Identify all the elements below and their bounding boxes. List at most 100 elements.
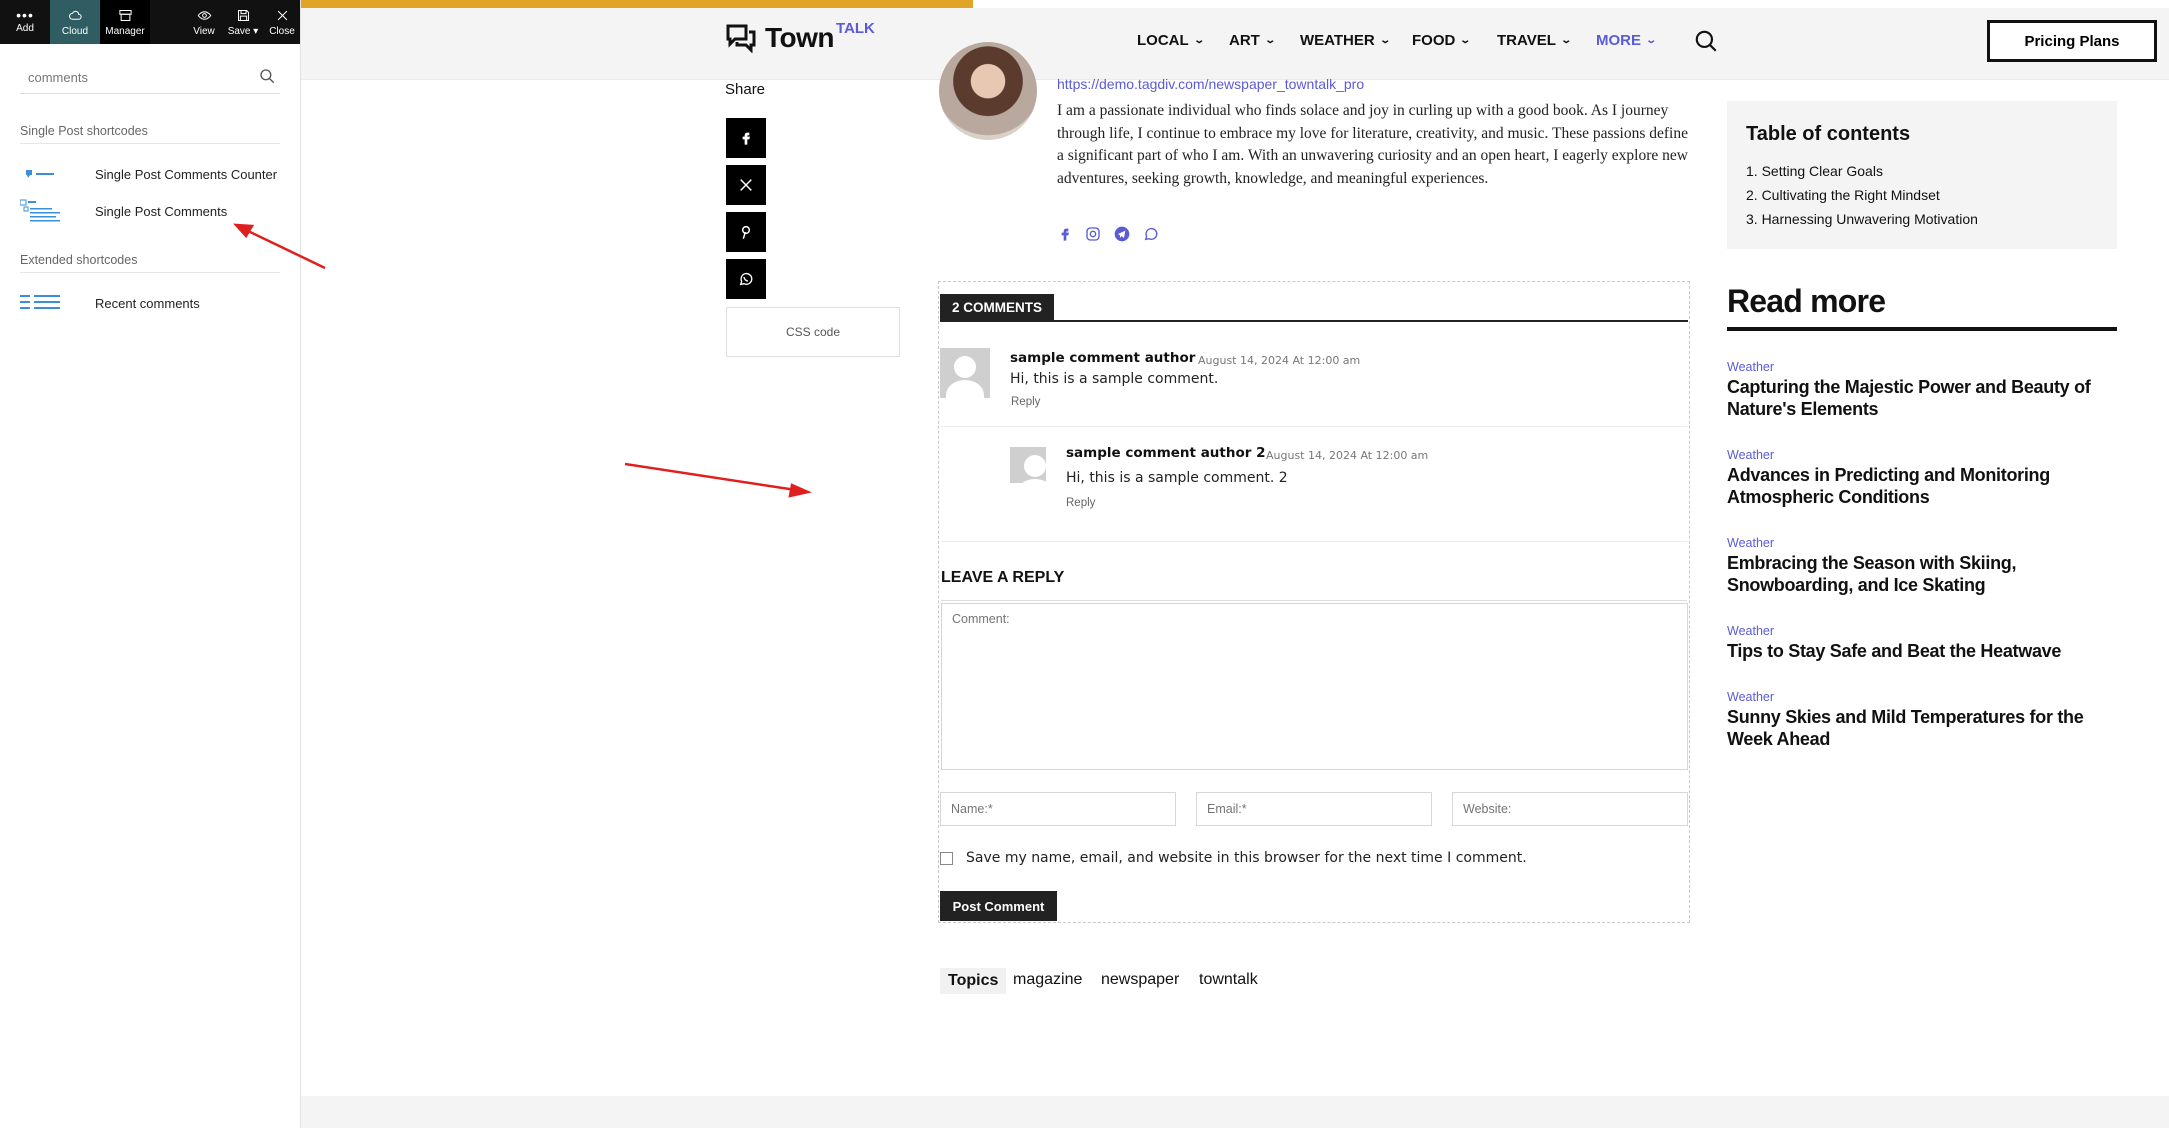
comments-heading-rule (940, 320, 1688, 322)
more-dots-icon: ••• (16, 7, 34, 23)
read-more-rule (1727, 327, 2117, 331)
facebook-icon (742, 132, 750, 145)
post-comment-button[interactable]: Post Comment (940, 891, 1057, 921)
shortcode-search (20, 62, 280, 94)
telegram-icon[interactable] (1114, 226, 1130, 242)
chevron-down-icon: ⌄ (1379, 35, 1391, 46)
comment-date[interactable]: August 14, 2024 At 12:00 am (1266, 449, 1428, 462)
chevron-down-icon: ⌄ (1192, 35, 1205, 46)
shortcode-single-post-comments[interactable]: Single Post Comments (19, 198, 280, 224)
save-info-checkbox[interactable] (940, 852, 953, 865)
whatsapp-icon (739, 272, 753, 286)
add-button[interactable]: ••• Add (0, 0, 50, 44)
topics-label: Topics (940, 968, 1007, 994)
chevron-down-icon: ⌄ (1645, 35, 1658, 46)
toc-title: Table of contents (1746, 123, 1911, 145)
instagram-icon[interactable] (1085, 226, 1101, 242)
builder-toolbar: ••• Add Cloud Manager View Save ▾ Close (0, 0, 300, 44)
comment-avatar (1010, 447, 1046, 483)
article-title[interactable]: Embracing the Season with Skiing, Snowbo… (1727, 552, 2117, 596)
share-whatsapp-button[interactable] (726, 259, 766, 299)
comment-textarea[interactable] (941, 603, 1688, 770)
chevron-down-icon: ⌄ (1264, 35, 1276, 46)
nav-travel[interactable]: TRAVEL ⌄ (1497, 32, 1572, 49)
shortcode-recent-comments[interactable]: Recent comments (20, 290, 280, 316)
comment-date[interactable]: August 14, 2024 At 12:00 am (1198, 354, 1360, 367)
comment-text: Hi, this is a sample comment. (1010, 371, 1219, 387)
pinterest-icon (741, 225, 751, 239)
chevron-down-icon: ⌄ (1459, 35, 1472, 46)
comment-separator (941, 541, 1687, 542)
cloud-icon (68, 10, 82, 20)
topic-tag[interactable]: newspaper (1101, 971, 1179, 989)
loading-progress-bar (301, 0, 973, 8)
section-title-extended: Extended shortcodes (20, 253, 138, 267)
whatsapp-icon[interactable] (1143, 226, 1159, 242)
arrowhead (788, 483, 813, 498)
cloud-button[interactable]: Cloud (50, 0, 100, 44)
topic-tag[interactable]: towntalk (1199, 971, 1258, 989)
nav-local[interactable]: LOCAL ⌄ (1137, 32, 1205, 49)
manager-button[interactable]: Manager (100, 0, 150, 44)
article-category[interactable]: Weather (1727, 690, 1774, 704)
eye-icon (197, 10, 211, 20)
share-x-button[interactable] (726, 165, 766, 205)
author-bio: I am a passionate individual who finds s… (1057, 102, 1688, 187)
leave-reply-title: LEAVE A REPLY (941, 569, 1065, 586)
view-button[interactable]: View (187, 0, 221, 44)
nav-more[interactable]: MORE ⌄ (1596, 32, 1658, 49)
shortcode-single-post-comments-counter[interactable]: Single Post Comments Counter (20, 161, 280, 187)
nav-weather[interactable]: WEATHER ⌄ (1300, 32, 1391, 49)
recent-comments-icon (20, 290, 62, 316)
close-button[interactable]: Close (264, 0, 300, 44)
floppy-icon (237, 9, 249, 21)
share-facebook-button[interactable] (726, 118, 766, 158)
nav-art[interactable]: ART ⌄ (1229, 32, 1276, 49)
article-category[interactable]: Weather (1727, 360, 1774, 374)
article-category[interactable]: Weather (1727, 448, 1774, 462)
comments-count-heading: 2 COMMENTS (940, 294, 1055, 320)
save-info-label: Save my name, email, and website in this… (966, 850, 1527, 866)
search-icon[interactable] (1693, 28, 1719, 54)
save-button[interactable]: Save ▾ (226, 0, 260, 44)
site-logo[interactable]: Town TALK (725, 20, 875, 56)
chat-bubbles-icon (726, 24, 756, 53)
toc-item[interactable]: 3. Harnessing Unwavering Motivation (1746, 211, 1978, 227)
article-category[interactable]: Weather (1727, 624, 1774, 638)
author-avatar (939, 42, 1037, 140)
comment-avatar (940, 348, 990, 398)
comment-author[interactable]: sample comment author 2 (1066, 445, 1266, 461)
author-website-link[interactable]: https://demo.tagdiv.com/newspaper_townta… (1057, 76, 1364, 92)
name-field[interactable] (940, 792, 1176, 826)
article-title[interactable]: Capturing the Majestic Power and Beauty … (1727, 376, 2117, 420)
pricing-plans-button[interactable]: Pricing Plans (1987, 20, 2157, 62)
topic-tag[interactable]: magazine (1013, 971, 1082, 989)
footer (301, 1096, 2169, 1128)
article-title[interactable]: Advances in Predicting and Monitoring At… (1727, 464, 2117, 508)
comment-reply-link[interactable]: Reply (1011, 396, 1040, 408)
article-title[interactable]: Tips to Stay Safe and Beat the Heatwave (1727, 640, 2117, 662)
nav-food[interactable]: FOOD ⌄ (1412, 32, 1472, 49)
annotation-arrow (624, 462, 797, 492)
comment-reply-link[interactable]: Reply (1066, 497, 1095, 509)
website-field[interactable] (1452, 792, 1688, 826)
article-category[interactable]: Weather (1727, 536, 1774, 550)
x-icon (740, 179, 752, 191)
facebook-icon[interactable] (1057, 226, 1073, 242)
section-divider (20, 272, 280, 273)
toc-item[interactable]: 1. Setting Clear Goals (1746, 163, 1883, 179)
toc-item[interactable]: 2. Cultivating the Right Mindset (1746, 187, 1940, 203)
close-icon (277, 10, 287, 20)
comment-text: Hi, this is a sample comment. 2 (1066, 470, 1288, 486)
read-more-title: Read more (1727, 283, 1886, 319)
share-pinterest-button[interactable] (726, 212, 766, 252)
search-icon[interactable] (258, 67, 276, 85)
comments-list-icon (19, 198, 62, 224)
search-input[interactable] (20, 62, 240, 92)
comments-counter-icon (20, 161, 62, 187)
css-code-button[interactable]: CSS code (726, 307, 900, 357)
email-field[interactable] (1196, 792, 1432, 826)
article-title[interactable]: Sunny Skies and Mild Temperatures for th… (1727, 706, 2117, 750)
comment-author[interactable]: sample comment author (1010, 350, 1195, 366)
reply-title-rule (941, 600, 1687, 601)
